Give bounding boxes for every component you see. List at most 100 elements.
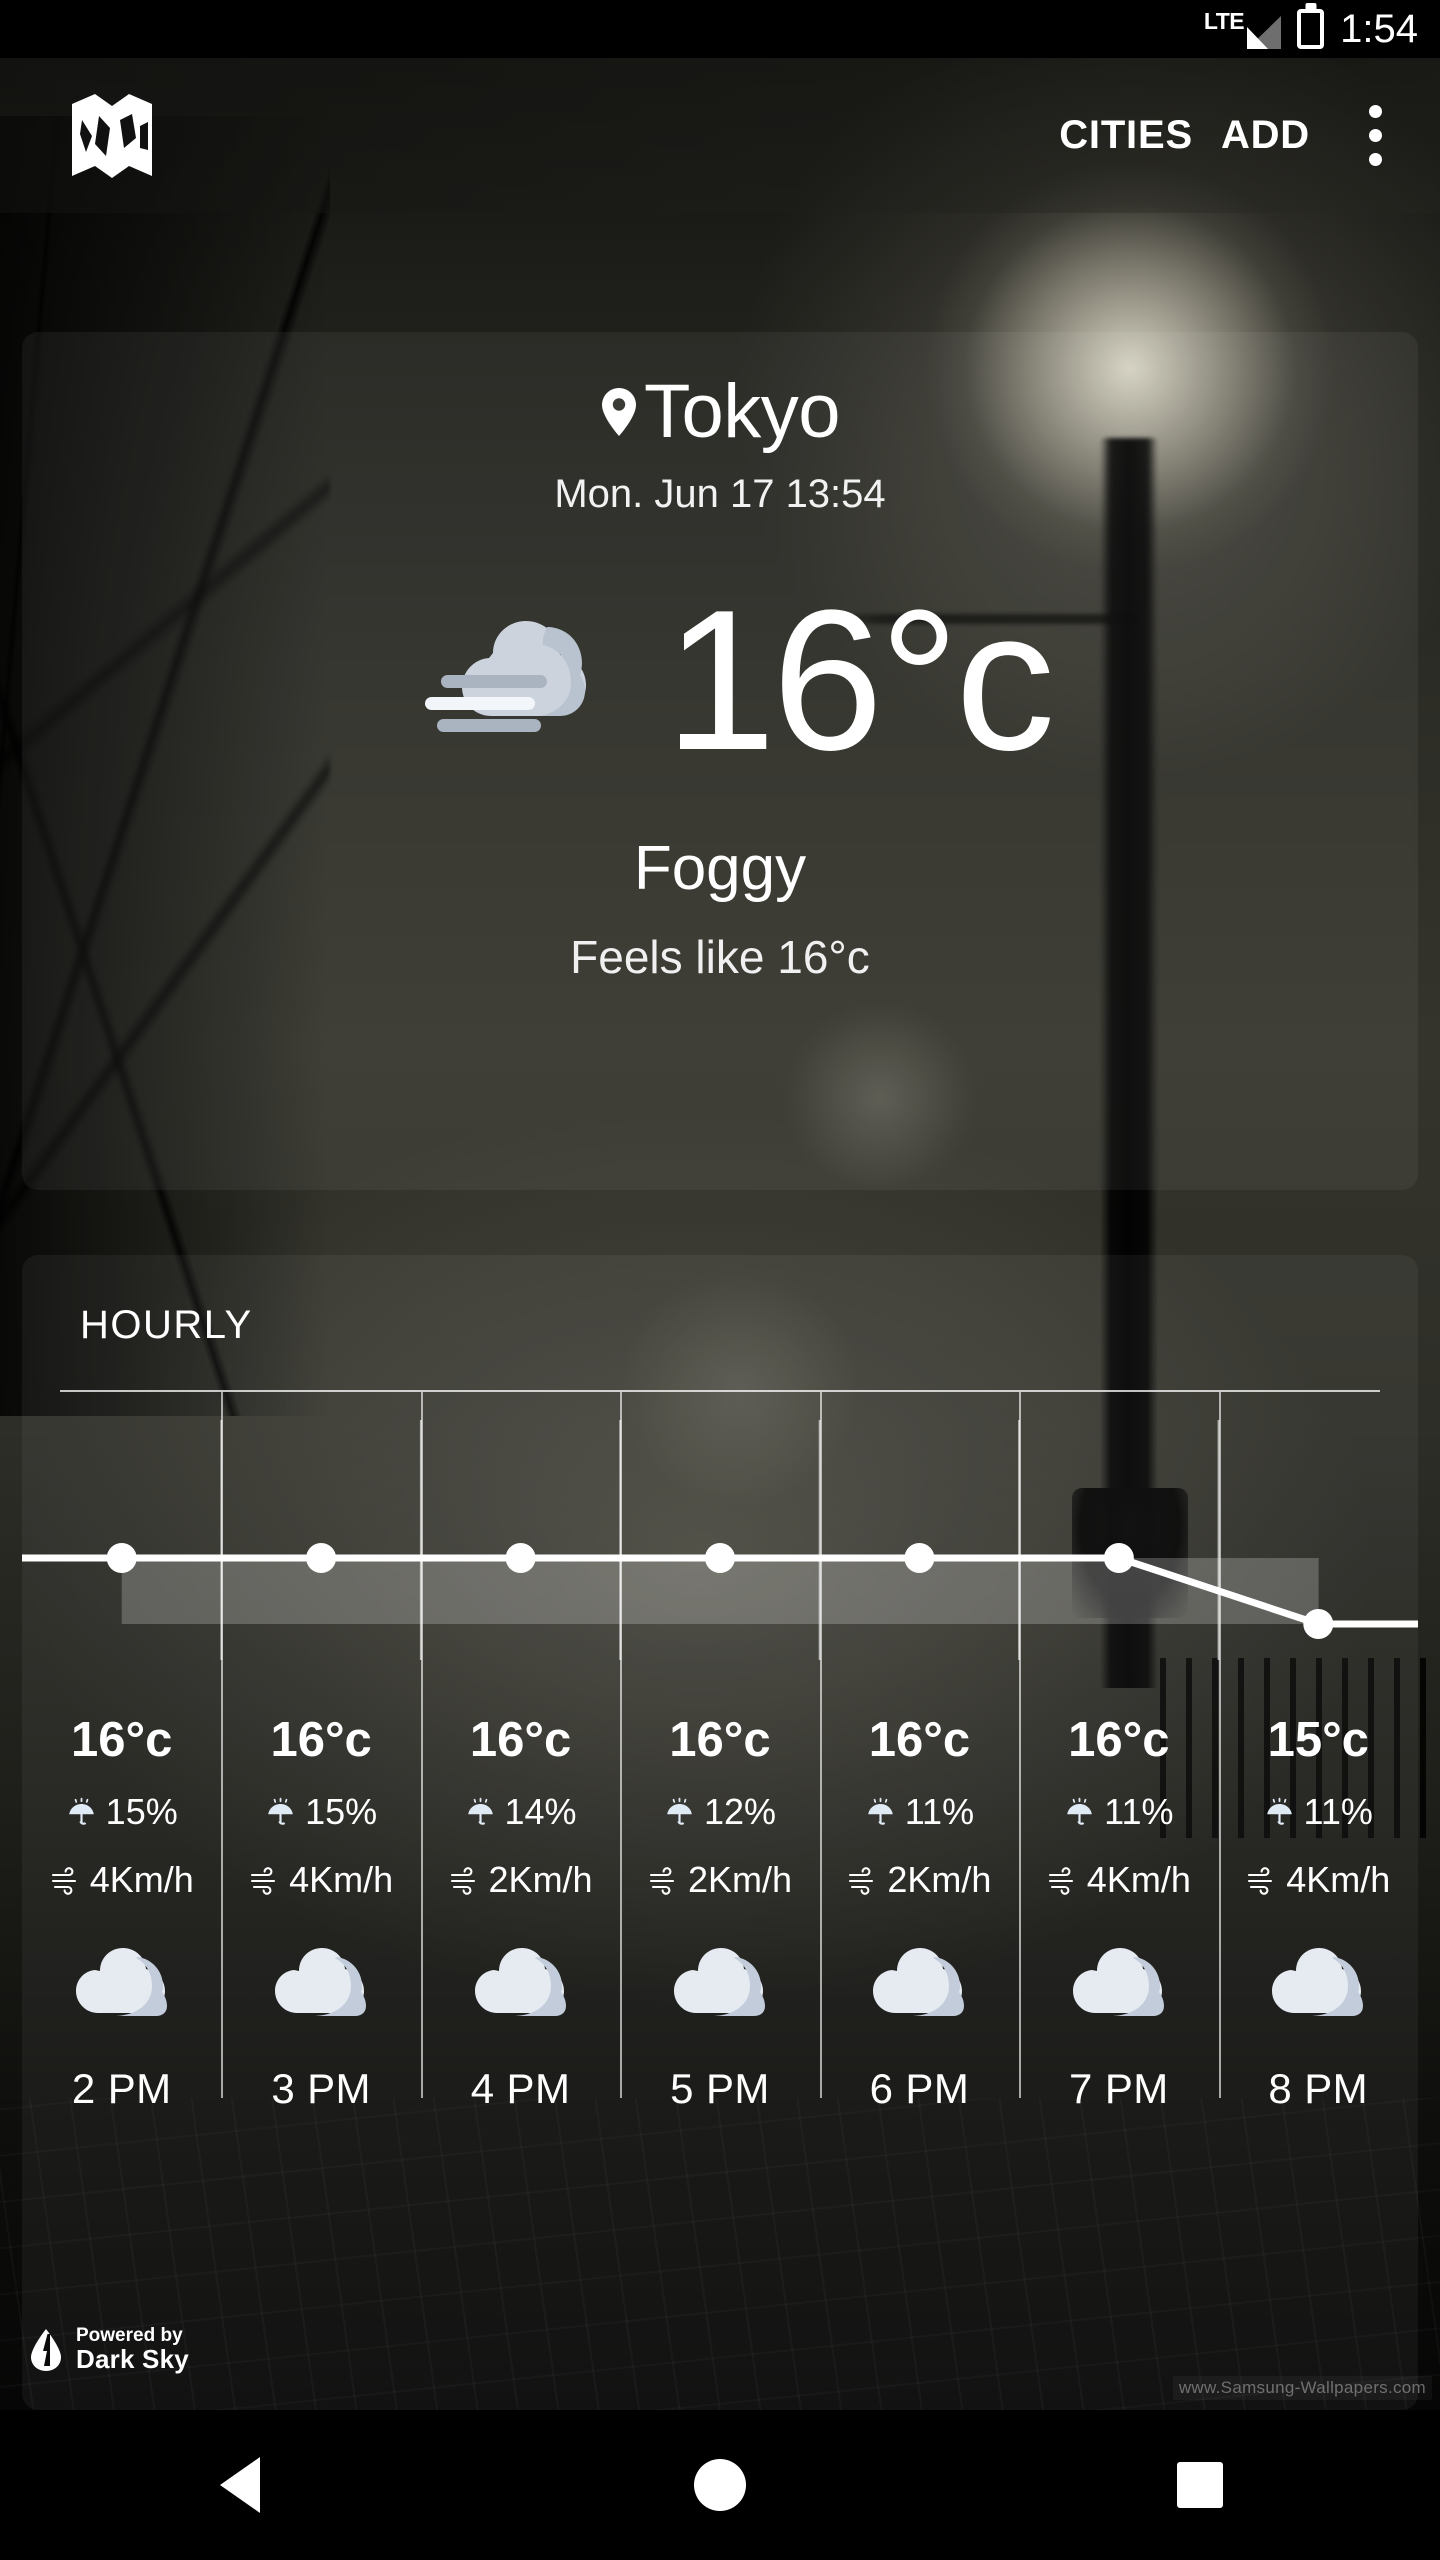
hourly-item[interactable]: 16°c 11%: [819, 1392, 1019, 2356]
umbrella-icon: [664, 1797, 695, 1828]
signal-bars-icon: [1247, 15, 1282, 49]
hourly-body: 16°c 15% 4Km/h 2 PM 16°c 15% 4Km/h 3 PM …: [22, 1392, 1418, 2356]
fog-cloud-icon: [419, 601, 619, 761]
dark-sky-label: Dark Sky: [76, 2343, 189, 2374]
current-temperature: 16°c: [664, 569, 1055, 792]
temperature-row: 16°c: [22, 581, 1418, 781]
cloud-icon: [68, 1941, 176, 2021]
android-navigation-bar: [0, 2410, 1440, 2560]
status-bar-clock: 1:54: [1340, 6, 1418, 51]
wind-icon: [249, 1865, 280, 1896]
current-weather-card: Tokyo Mon. Jun 17 13:54 16°c Foggy Feels…: [22, 332, 1418, 1190]
hourly-precipitation: 14%: [465, 1791, 577, 1833]
hourly-precip-value: 15%: [305, 1791, 378, 1832]
hourly-temperature-chart: [22, 1420, 1418, 1660]
umbrella-icon: [1064, 1797, 1095, 1828]
battery-charging-icon: [1297, 9, 1325, 49]
hourly-wind-value: 4Km/h: [289, 1859, 394, 1900]
hourly-time: 5 PM: [670, 2065, 770, 2112]
hourly-wind-value: 4Km/h: [1086, 1859, 1191, 1900]
hourly-item[interactable]: 16°c 11%: [1019, 1392, 1218, 2356]
current-datetime: Mon. Jun 17 13:54: [554, 472, 886, 516]
hourly-temp: 16°c: [71, 1713, 173, 1767]
hourly-precip-value: 11%: [1303, 1791, 1373, 1832]
hourly-time: 4 PM: [470, 2065, 571, 2112]
hourly-time: 6 PM: [869, 2065, 970, 2112]
home-circle-icon[interactable]: [645, 2410, 795, 2560]
current-condition: Foggy: [633, 834, 807, 903]
hourly-precip-value: 11%: [1104, 1791, 1174, 1832]
powered-by-label: Powered by: [76, 2325, 183, 2346]
droplet-icon: [28, 2328, 64, 2372]
cloud-icon: [1264, 1941, 1372, 2021]
hourly-item[interactable]: 15°c 11% 4Km/h 8 PM: [1218, 1392, 1418, 2356]
umbrella-icon: [265, 1797, 296, 1828]
cloud-icon: [1065, 1941, 1173, 2021]
hourly-precipitation: 15%: [265, 1791, 377, 1833]
overflow-menu-icon[interactable]: [1346, 86, 1404, 186]
cities-button[interactable]: CITIES: [1045, 103, 1207, 168]
umbrella-icon: [1264, 1797, 1295, 1828]
lte-label: LTE: [1203, 7, 1245, 34]
cloud-icon: [865, 1941, 973, 2021]
hourly-precip-value: 15%: [105, 1791, 178, 1832]
hourly-temp: 16°c: [270, 1713, 372, 1767]
hourly-wind-value: 2Km/h: [687, 1859, 792, 1900]
hourly-columns: 16°c 15% 4Km/h 2 PM 16°c 15% 4Km/h 3 PM …: [22, 1392, 1418, 2356]
hourly-wind-value: 2Km/h: [887, 1859, 992, 1900]
hourly-temp: 16°c: [868, 1713, 971, 1767]
location-pin-icon: [600, 386, 638, 438]
hourly-time: 3 PM: [271, 2065, 371, 2112]
cloud-icon: [267, 1941, 375, 2021]
wind-icon: [449, 1865, 480, 1896]
hourly-wind: 2Km/h: [449, 1859, 593, 1901]
hourly-wind: 4Km/h: [1246, 1859, 1390, 1901]
hourly-temp: 15°c: [1267, 1713, 1369, 1767]
map-icon[interactable]: [62, 86, 162, 186]
hourly-forecast-card: HOURLY 16°c 15% 4Km/h 2 PM 16°c 15% 4Km/…: [22, 1255, 1418, 2410]
hourly-precipitation: 11%: [1264, 1791, 1373, 1833]
feels-like-temperature: Feels like 16°c: [570, 931, 870, 983]
network-status: LTE: [1203, 7, 1282, 49]
wind-icon: [1047, 1865, 1078, 1896]
hourly-item[interactable]: 16°c 14% 2Km/h 4 PM: [420, 1392, 620, 2356]
back-triangle-icon[interactable]: [165, 2410, 315, 2560]
weather-app-screen: LTE 1:54 CITIES ADD Tokyo Mon. Jun 17 13…: [0, 0, 1440, 2560]
umbrella-icon: [66, 1797, 97, 1828]
wind-icon: [1246, 1865, 1277, 1896]
hourly-precipitation: 15%: [66, 1791, 178, 1833]
hourly-time: 8 PM: [1268, 2065, 1369, 2112]
hourly-wind-value: 2Km/h: [488, 1859, 593, 1900]
wind-icon: [648, 1865, 679, 1896]
hourly-wind-value: 4Km/h: [1286, 1859, 1391, 1900]
hourly-temp: 16°c: [1068, 1713, 1170, 1767]
hourly-time: 2 PM: [71, 2065, 172, 2112]
status-bar: LTE 1:54: [0, 0, 1440, 58]
hourly-precipitation: 11%: [1064, 1791, 1174, 1833]
hourly-precipitation: 11%: [865, 1791, 974, 1833]
hourly-item[interactable]: 16°c 15%: [221, 1392, 420, 2356]
umbrella-icon: [865, 1797, 896, 1828]
hourly-wind: 4Km/h: [50, 1859, 194, 1901]
wallpaper-watermark: www.Samsung-Wallpapers.com: [1172, 2376, 1432, 2400]
hourly-item[interactable]: 16°c 12% 2Km/h 5 PM: [620, 1392, 819, 2356]
hourly-wind: 4Km/h: [249, 1859, 393, 1901]
add-button[interactable]: ADD: [1207, 103, 1324, 168]
city-row: Tokyo: [600, 374, 841, 450]
hourly-section-title: HOURLY: [80, 1303, 253, 1347]
cloud-icon: [467, 1941, 575, 2021]
hourly-precip-value: 11%: [904, 1791, 975, 1832]
hourly-wind: 4Km/h: [1047, 1859, 1191, 1901]
umbrella-icon: [465, 1797, 496, 1828]
recents-square-icon[interactable]: [1125, 2410, 1275, 2560]
hourly-wind: 2Km/h: [847, 1859, 991, 1901]
app-bar: CITIES ADD: [0, 58, 1440, 213]
hourly-temp: 16°c: [669, 1713, 771, 1767]
dark-sky-attribution[interactable]: Powered by Dark Sky: [28, 2326, 189, 2373]
hourly-wind-value: 4Km/h: [89, 1859, 194, 1900]
hourly-precip-value: 12%: [703, 1791, 776, 1832]
wind-icon: [847, 1865, 878, 1896]
hourly-item[interactable]: 16°c 15%: [22, 1660, 221, 2356]
hourly-temp: 16°c: [469, 1713, 572, 1767]
hourly-wind: 2Km/h: [648, 1859, 792, 1901]
